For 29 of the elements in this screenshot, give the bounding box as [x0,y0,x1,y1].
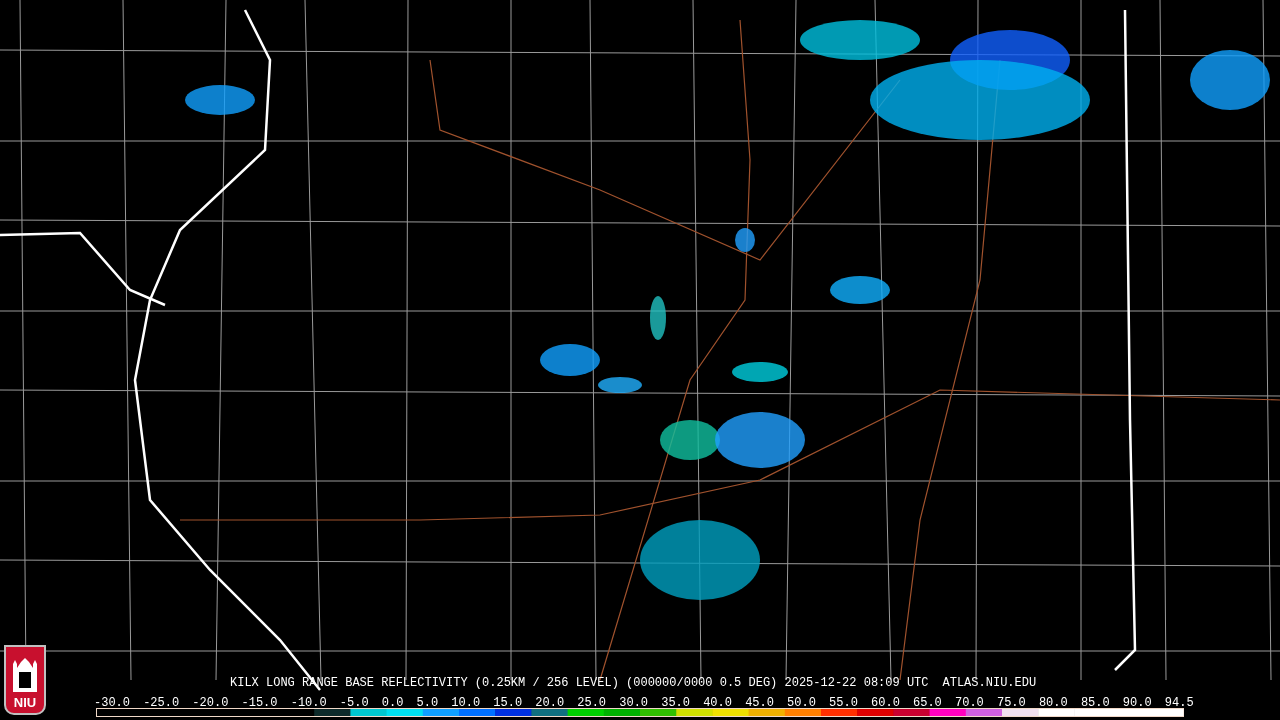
scale-label: 35.0 [661,697,690,709]
scale-label: 25.0 [577,697,607,709]
logo-text: NIU [13,696,37,709]
scale-label: 20.0 [535,697,565,709]
scale-label: -10.0 [290,697,327,709]
scale-label: 0.0 [381,697,404,709]
scale-label: 90.0 [1122,697,1152,709]
scale-label: 55.0 [829,697,858,709]
scale-label: 75.0 [996,697,1026,709]
scale-label: 65.0 [913,697,942,709]
scale-label: 94.5 [1164,697,1194,709]
scale-label: -15.0 [241,697,278,709]
scale-label: -30.0 [94,697,130,709]
scale-label: 60.0 [871,697,900,709]
scale-label: 10.0 [451,697,481,709]
scale-label: 30.0 [619,697,649,709]
scale-label: 80.0 [1038,697,1068,709]
scale-label: 50.0 [787,697,816,709]
source-caption: ATLAS.NIU.EDU [942,677,1037,689]
scale-label: 15.0 [493,697,523,709]
scale-label: -25.0 [143,697,180,709]
scale-label: 70.0 [955,697,984,709]
tower-icon [11,658,39,692]
scale-label: 5.0 [416,697,439,709]
scale-label: -20.0 [192,697,229,709]
scale-label: 45.0 [745,697,774,709]
scale-label: 85.0 [1080,697,1110,709]
scale-label: -5.0 [339,697,369,709]
scale-label: 40.0 [703,697,732,709]
